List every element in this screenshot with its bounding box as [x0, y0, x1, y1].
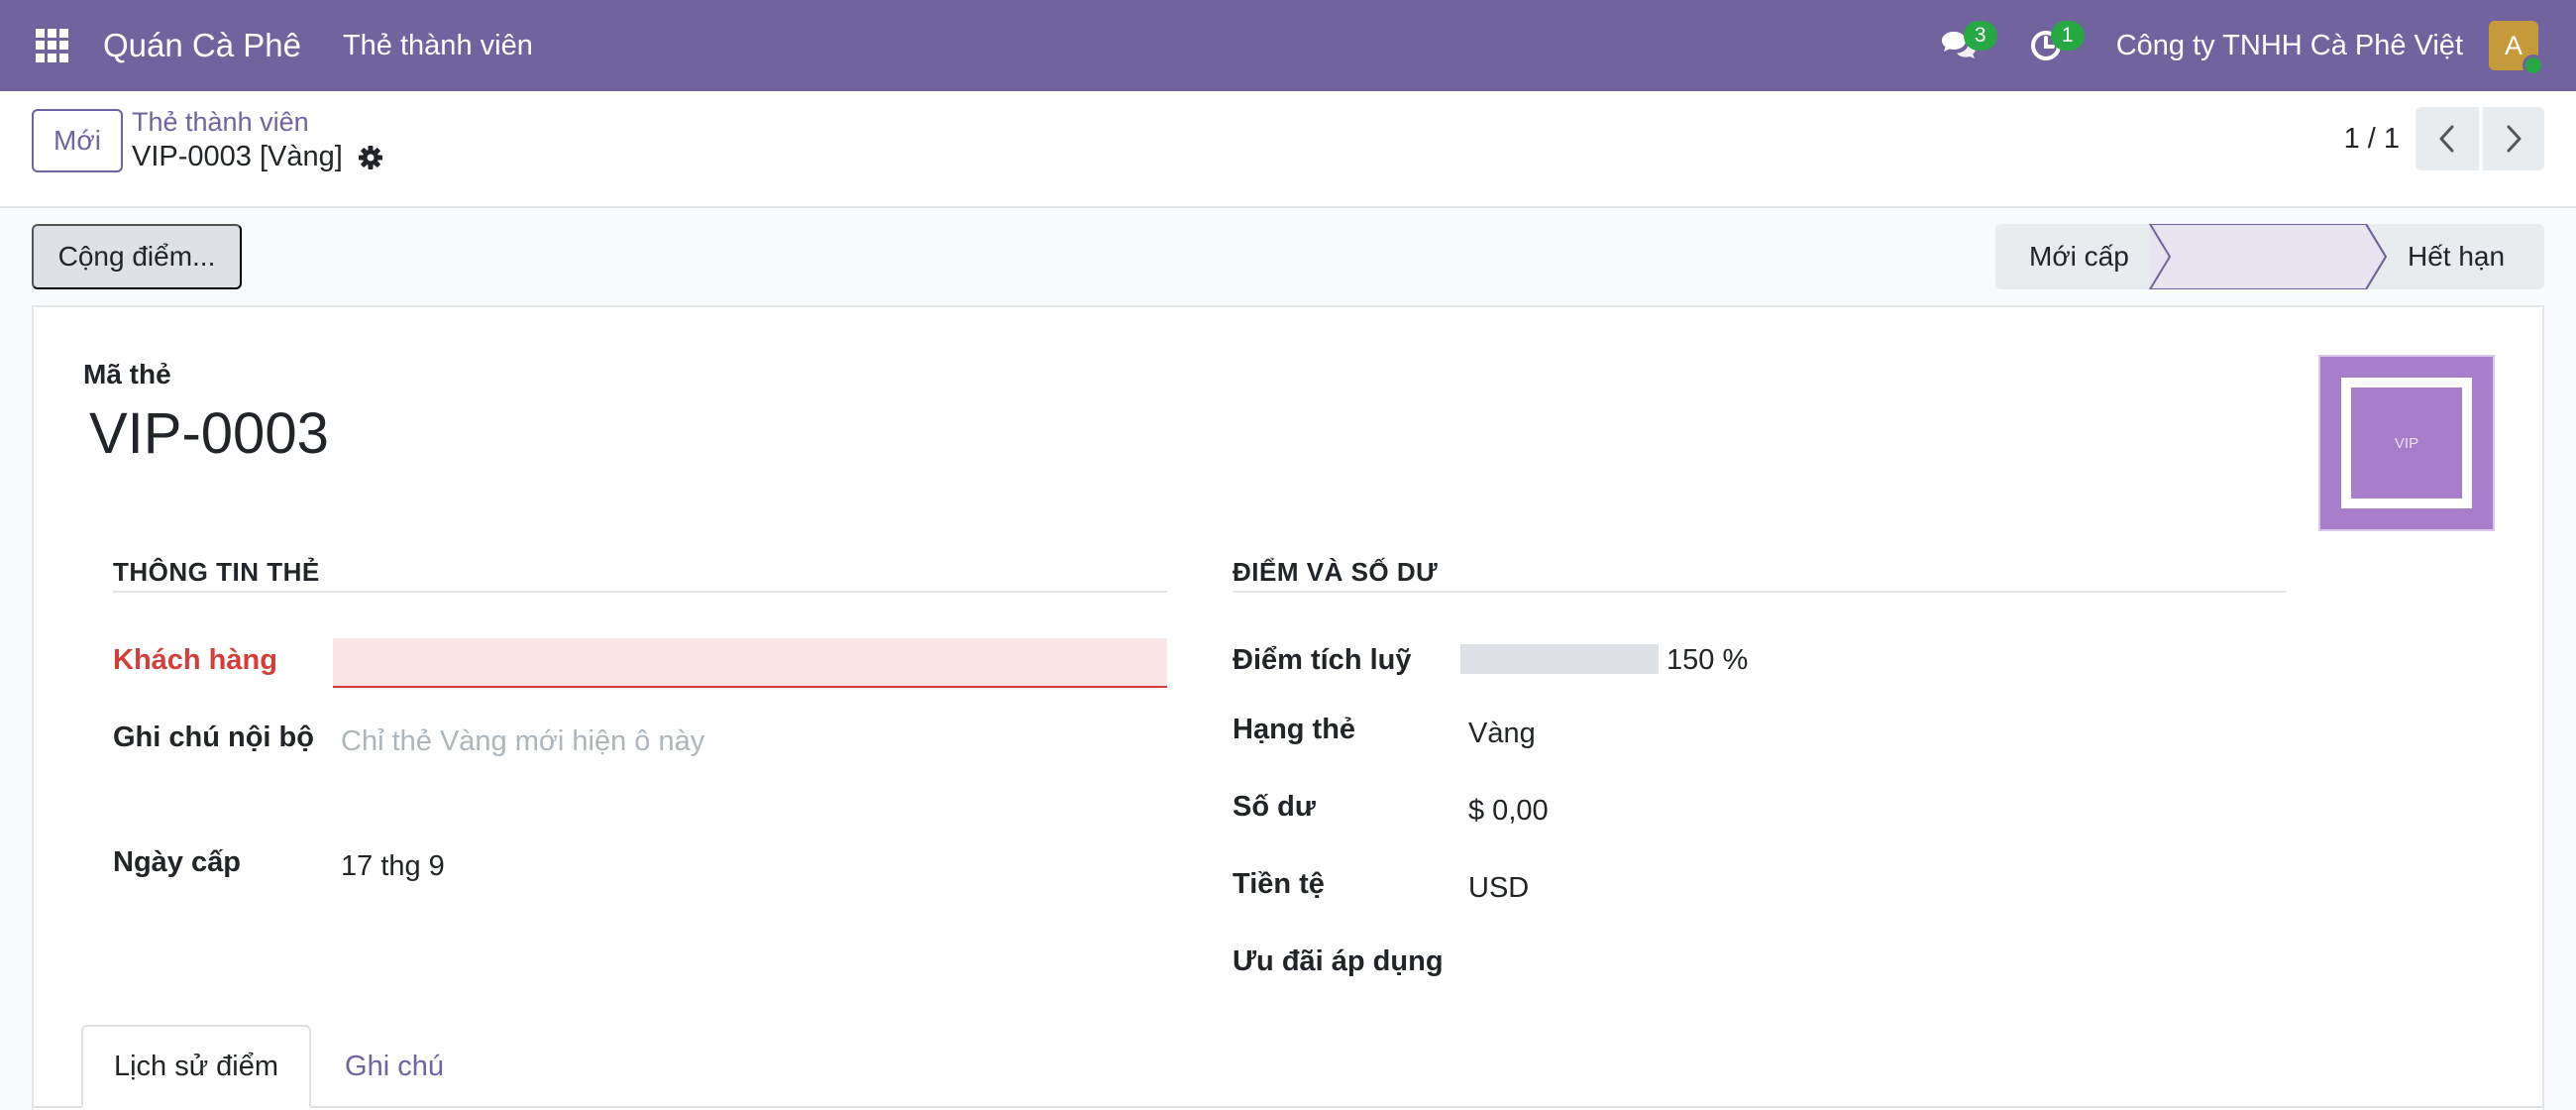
- pager-value[interactable]: 1 / 1: [2344, 123, 2400, 156]
- tabs-divider: [34, 1106, 2542, 1108]
- breadcrumb-current: VIP-0003 [Vàng]: [132, 141, 384, 173]
- issue-date-label: Ngày cấp: [113, 846, 241, 878]
- breadcrumb-parent-link[interactable]: Thẻ thành viên: [132, 107, 309, 138]
- internal-note-field[interactable]: Chỉ thẻ Vàng mới hiện ô này: [341, 725, 704, 758]
- chevron-left-icon: [2439, 125, 2454, 153]
- activities-button[interactable]: 1: [2021, 21, 2085, 70]
- breadcrumb-current-label: VIP-0003 [Vàng]: [132, 141, 343, 172]
- form-sheet: Mã thẻ VIP-0003 VIP THÔNG TIN THẺ Khách …: [32, 305, 2544, 1110]
- online-status-dot: [2522, 55, 2544, 76]
- balance-label: Số dư: [1233, 791, 1316, 823]
- card-code-label: Mã thẻ: [83, 359, 171, 389]
- new-record-button[interactable]: Mới: [32, 109, 123, 172]
- apps-menu-icon[interactable]: [36, 29, 69, 62]
- statusbar: Mới cấp Đang dùng Hết hạn: [1995, 224, 2544, 289]
- add-points-button[interactable]: Cộng điểm...: [32, 224, 242, 289]
- customer-field[interactable]: [333, 638, 1167, 688]
- top-navbar: Quán Cà Phê Thẻ thành viên 3 1 Công ty T…: [0, 0, 2576, 91]
- tab-points-history[interactable]: Lịch sử điểm: [81, 1025, 311, 1108]
- pager-previous-button[interactable]: [2415, 107, 2479, 170]
- control-panel: Mới Thẻ thành viên VIP-0003 [Vàng] 1 / 1: [0, 91, 2576, 208]
- applicable-offers-label: Ưu đãi áp dụng: [1233, 945, 1444, 977]
- issue-date-field[interactable]: 17 thg 9: [341, 850, 445, 883]
- currency-label: Tiền tệ: [1233, 868, 1325, 900]
- tier-label: Hạng thẻ: [1233, 714, 1356, 745]
- stage-new[interactable]: Mới cấp: [1995, 224, 2150, 289]
- customer-label: Khách hàng: [113, 644, 277, 676]
- card-info-group-title: THÔNG TIN THẺ: [113, 557, 320, 587]
- balance-value: $ 0,00: [1468, 795, 1549, 827]
- vip-image-text: VIP: [2341, 378, 2472, 508]
- menu-item-membership-cards[interactable]: Thẻ thành viên: [343, 30, 533, 62]
- points-label: Điểm tích luỹ: [1233, 644, 1412, 676]
- activities-count-badge: 1: [2050, 21, 2085, 51]
- stage-active[interactable]: Đang dùng: [2150, 224, 2366, 289]
- messages-button[interactable]: 3: [1934, 21, 1997, 70]
- points-progress-bar: [1460, 644, 1659, 674]
- pager-next-button[interactable]: [2481, 107, 2544, 170]
- card-image[interactable]: VIP: [2318, 355, 2495, 531]
- record-name[interactable]: VIP-0003: [89, 400, 329, 467]
- company-switcher[interactable]: Công ty TNHH Cà Phê Việt: [2116, 30, 2463, 62]
- app-brand[interactable]: Quán Cà Phê: [103, 27, 301, 64]
- chevron-right-icon: [2507, 125, 2522, 153]
- messages-count-badge: 3: [1963, 21, 1997, 51]
- avatar-letter: A: [2504, 30, 2522, 60]
- card-info-divider: [113, 591, 1167, 593]
- currency-value[interactable]: USD: [1468, 872, 1529, 905]
- points-balance-group-title: ĐIỂM VÀ SỐ DƯ: [1233, 557, 1439, 587]
- tier-value: Vàng: [1468, 718, 1536, 749]
- points-balance-divider: [1233, 591, 2287, 593]
- internal-note-label: Ghi chú nội bộ: [113, 722, 314, 753]
- tab-notes[interactable]: Ghi chú: [321, 1025, 468, 1108]
- user-avatar[interactable]: A: [2489, 21, 2544, 76]
- gear-icon[interactable]: [357, 144, 384, 171]
- stage-expired[interactable]: Hết hạn: [2366, 224, 2544, 289]
- points-value: 150 %: [1666, 644, 1749, 676]
